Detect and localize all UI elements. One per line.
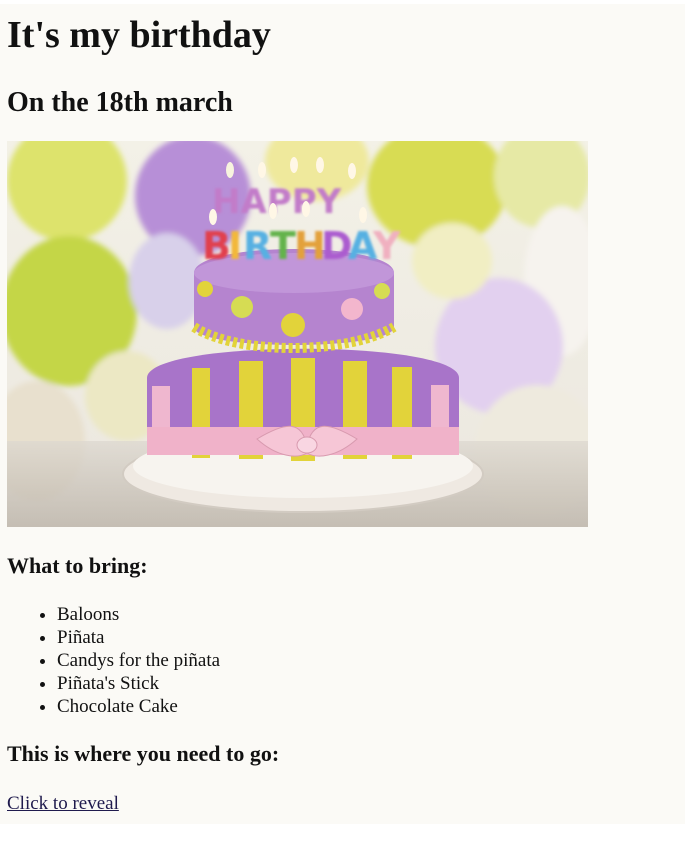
list-item: Piñata's Stick [57, 672, 220, 695]
cake-bottom-tier [147, 348, 459, 461]
svg-text:HAPPY: HAPPY [212, 182, 342, 222]
list-item: Baloons [57, 603, 220, 626]
list-item: Chocolate Cake [57, 695, 220, 718]
list-item: Piñata [57, 626, 220, 649]
page: It's my birthday On the 18th march HAPPY… [0, 4, 685, 824]
svg-text:I: I [228, 224, 242, 268]
list-item: Candys for the piñata [57, 649, 220, 672]
svg-text:R: R [243, 224, 272, 268]
page-title: It's my birthday [7, 14, 271, 56]
location-heading: This is where you need to go: [7, 741, 280, 766]
bring-list: Baloons Piñata Candys for the piñata Piñ… [0, 603, 220, 718]
svg-text:B: B [202, 224, 231, 268]
page-subtitle: On the 18th march [7, 87, 233, 118]
what-to-bring-heading: What to bring: [7, 553, 148, 578]
svg-text:T: T [270, 224, 296, 268]
reveal-link[interactable]: Click to reveal [7, 792, 119, 816]
svg-text:Y: Y [372, 224, 401, 268]
birthday-cake-image: HAPPY B I R T H D A Y [7, 141, 588, 527]
